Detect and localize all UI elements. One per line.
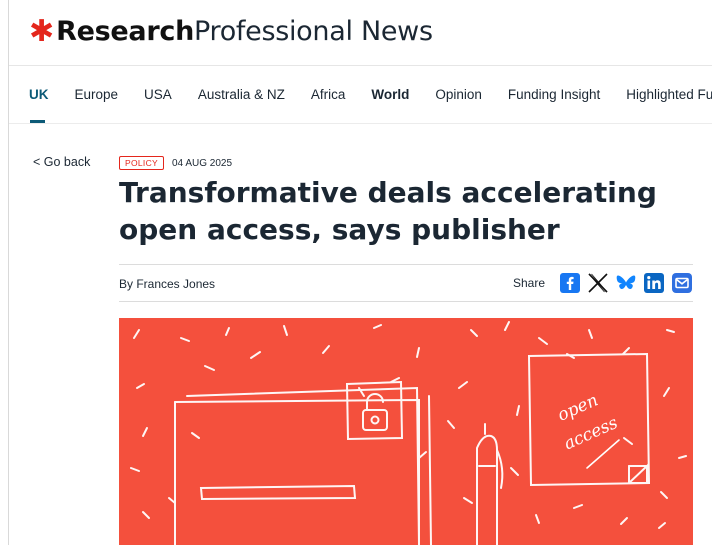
share-bar: Share — [513, 272, 693, 294]
site-header: ✱ Research Professional News — [9, 0, 712, 66]
nav-item-highlighted-funding[interactable]: Highlighted Funding Op — [626, 87, 712, 102]
email-icon[interactable] — [671, 272, 693, 294]
main-nav: UK Europe USA Australia & NZ Africa Worl… — [9, 66, 712, 124]
nav-item-world[interactable]: World — [371, 87, 409, 102]
nav-item-uk[interactable]: UK — [29, 87, 49, 102]
nav-item-opinion[interactable]: Opinion — [435, 87, 482, 102]
hero-illustration-svg: open access — [130, 321, 687, 545]
facebook-icon[interactable] — [559, 272, 581, 294]
byline-bar: By Frances Jones Share — [119, 264, 693, 302]
nav-item-usa[interactable]: USA — [144, 87, 172, 102]
go-back-link[interactable]: < Go back — [33, 155, 90, 169]
category-tag[interactable]: POLICY — [119, 156, 164, 170]
browser-frame: ✱ Research Professional News UK Europe U… — [8, 0, 712, 545]
logo-professional-news: Professional News — [194, 16, 433, 47]
nav-item-australia-nz[interactable]: Australia & NZ — [198, 87, 285, 102]
linkedin-icon[interactable] — [643, 272, 665, 294]
x-icon[interactable] — [587, 272, 609, 294]
share-label: Share — [512, 276, 545, 290]
nav-item-funding-insight[interactable]: Funding Insight — [508, 87, 600, 102]
nav-active-indicator — [30, 120, 45, 123]
logo-research: Research — [56, 16, 194, 47]
article-meta: POLICY 04 AUG 2025 — [119, 156, 232, 170]
article-title: Transformative deals accelerating open a… — [119, 176, 657, 246]
nav-item-europe[interactable]: Europe — [75, 87, 119, 102]
nav-item-africa[interactable]: Africa — [311, 87, 346, 102]
article-byline: By Frances Jones — [119, 277, 216, 291]
bluesky-icon[interactable] — [615, 272, 637, 294]
asterisk-logo-icon: ✱ — [29, 13, 55, 49]
article-date: 04 AUG 2025 — [171, 157, 233, 169]
hero-illustration: open access — [119, 318, 693, 545]
site-logo[interactable]: ✱ Research Professional News — [29, 16, 433, 47]
